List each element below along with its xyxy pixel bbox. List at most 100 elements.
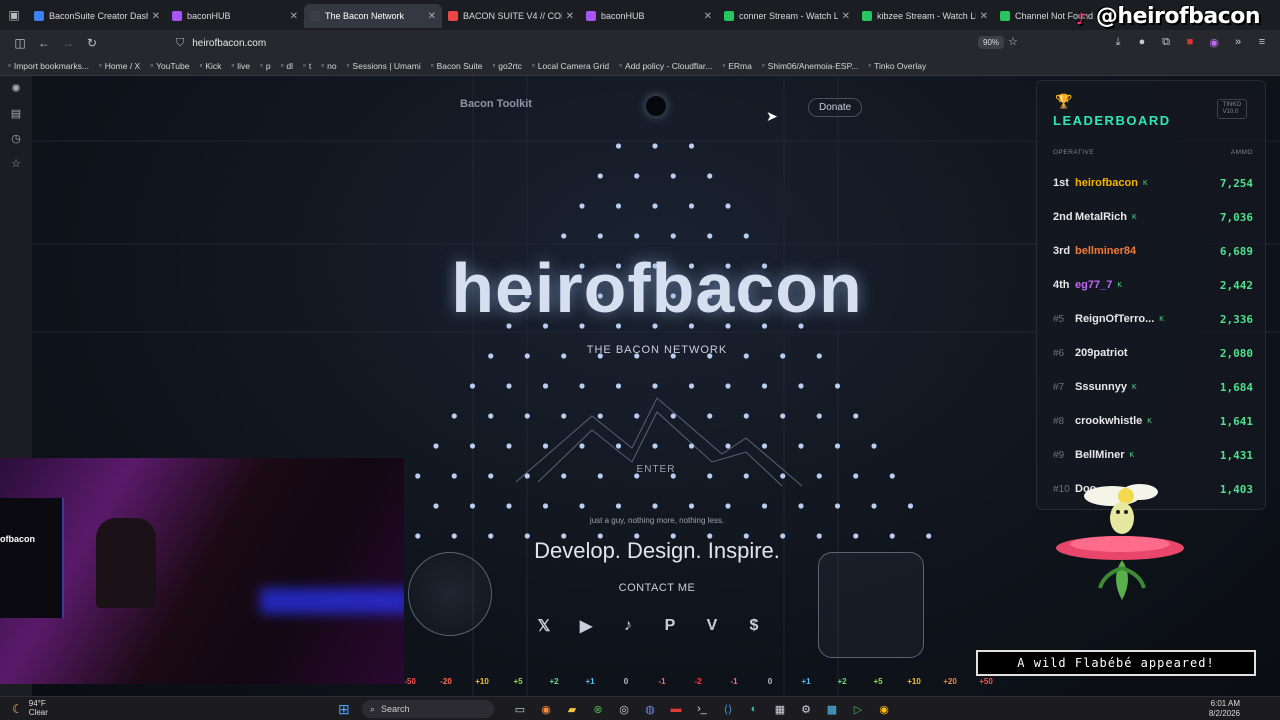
plinko-peg xyxy=(834,443,841,449)
terminal-icon[interactable]: ›_ xyxy=(694,701,710,717)
more-chevron-icon[interactable]: » xyxy=(1230,34,1246,50)
bookmark-label: Add policy - Cloudflar... xyxy=(624,60,713,71)
system-clock[interactable]: 6:01 AM 8/2/2026 xyxy=(1209,699,1240,719)
reading-list-icon[interactable]: ▤ xyxy=(11,107,21,120)
reload-icon[interactable]: ↻ xyxy=(80,31,104,55)
profile-icon[interactable]: ◉ xyxy=(1206,34,1222,50)
x-icon[interactable]: 𝕏 xyxy=(534,616,554,636)
bookmark-item[interactable]: ▫ YouTube xyxy=(150,61,189,71)
plinko-peg xyxy=(743,413,749,419)
steam-icon[interactable]: ◎ xyxy=(616,701,632,717)
tiktok-icon[interactable]: ♪ xyxy=(618,616,638,636)
bookmark-item[interactable]: ▫ Add policy - Cloudflar... xyxy=(619,61,712,71)
plinko-peg xyxy=(871,443,877,449)
tab-list-icon[interactable]: ▣ xyxy=(0,0,28,30)
play-icon[interactable]: ▷ xyxy=(850,701,866,717)
bookmark-star-icon[interactable]: ☆ xyxy=(1008,35,1018,48)
kick-badge-icon: K xyxy=(1142,179,1148,187)
download-icon[interactable]: ⤓ xyxy=(1110,34,1126,50)
plinko-peg xyxy=(615,143,622,149)
leaderboard-row: 1st heirofbacon K 7,254 xyxy=(1053,173,1253,193)
zoom-indicator[interactable]: 90% xyxy=(978,36,1005,49)
file-icon[interactable]: ▭ xyxy=(512,701,528,717)
browser-tab[interactable]: baconHUB ✕ xyxy=(166,4,304,28)
edge-icon[interactable]: ◐ xyxy=(746,701,762,717)
bookmark-item[interactable]: ▫ Shim06/Anemoia-ESP... xyxy=(762,61,858,71)
windows-start-icon[interactable]: ⊞ xyxy=(338,701,350,718)
site-info-icon[interactable]: ⛉ xyxy=(176,37,184,50)
bookmark-item[interactable]: ▫ Tinko Overlay xyxy=(868,61,926,71)
bookmark-item[interactable]: ▫ t xyxy=(303,61,311,71)
firefox-icon[interactable]: ◉ xyxy=(538,701,554,717)
bookmark-item[interactable]: ▫ Import bookmarks... xyxy=(8,61,89,71)
plinko-peg xyxy=(652,443,658,449)
tab-close-icon[interactable]: ✕ xyxy=(704,11,712,22)
plinko-peg xyxy=(634,173,640,179)
tab-close-icon[interactable]: ✕ xyxy=(980,11,988,22)
col-operative: OPERATIVE xyxy=(1053,149,1095,156)
browser-tab[interactable]: baconHUB ✕ xyxy=(580,4,718,28)
vscode-icon[interactable]: ⟨⟩ xyxy=(720,701,736,717)
openai-icon[interactable]: ✺ xyxy=(11,82,20,95)
plinko-peg xyxy=(688,383,695,389)
bookmark-item[interactable]: ▫ no xyxy=(321,61,336,71)
chrome-icon[interactable]: ◉ xyxy=(876,701,892,717)
forward-icon[interactable]: → xyxy=(56,31,80,55)
tab-close-icon[interactable]: ✕ xyxy=(290,11,298,22)
xbox-icon[interactable]: ⊗ xyxy=(590,701,606,717)
plinko-peg xyxy=(707,233,713,239)
bookmark-item[interactable]: ▫ Kick xyxy=(199,61,221,71)
leaderboard-row: #9 BellMiner K 1,431 xyxy=(1053,445,1253,465)
donate-button[interactable]: Donate xyxy=(808,98,863,117)
bookmark-item[interactable]: ▫ go2rtc xyxy=(492,61,521,71)
file-explorer-icon[interactable]: ▰ xyxy=(564,701,580,717)
photos-icon[interactable]: ▩ xyxy=(824,701,840,717)
tab-close-icon[interactable]: ✕ xyxy=(428,11,436,22)
bookmark-label: Sessions | Umami xyxy=(352,60,421,71)
streamer-silhouette xyxy=(96,518,156,608)
bookmark-item[interactable]: ▫ dl xyxy=(281,61,293,71)
settings-icon[interactable]: ⚙ xyxy=(798,701,814,717)
bookmark-item[interactable]: ▫ Sessions | Umami xyxy=(347,61,421,71)
app-red-icon[interactable]: ▬ xyxy=(668,701,684,717)
menu-icon[interactable]: ≡ xyxy=(1254,34,1270,50)
taskbar-search[interactable]: ⌕ Search xyxy=(362,700,494,718)
discord-icon[interactable]: ◍ xyxy=(642,701,658,717)
bookmark-item[interactable]: ▫ ERma xyxy=(722,61,751,71)
ublock-icon[interactable]: ■ xyxy=(1182,34,1198,50)
bookmark-item[interactable]: ▫ p xyxy=(260,61,271,71)
browser-tab[interactable]: The Bacon Network ✕ xyxy=(304,4,442,28)
info-icon[interactable]: ● xyxy=(1134,34,1150,50)
tab-close-icon[interactable]: ✕ xyxy=(566,11,574,22)
browser-tab[interactable]: conner Stream - Watch Live ✕ xyxy=(718,4,856,28)
sidebar-toggle-icon[interactable]: ◫ xyxy=(8,31,32,55)
tab-close-icon[interactable]: ✕ xyxy=(842,11,850,22)
url-field[interactable]: ⛉ heirofbacon.com xyxy=(176,33,1036,53)
plinko-slot: 0 xyxy=(767,677,773,686)
vimeo-icon[interactable]: V xyxy=(702,616,722,636)
plinko-peg xyxy=(652,143,658,149)
store-icon[interactable]: ▦ xyxy=(772,701,788,717)
patreon-icon[interactable]: P xyxy=(660,616,680,636)
favorites-icon[interactable]: ☆ xyxy=(11,157,21,170)
bookmark-item[interactable]: ▫ Local Camera Grid xyxy=(532,61,609,71)
back-icon[interactable]: ← xyxy=(32,31,56,55)
bookmark-label: Home / X xyxy=(104,60,141,71)
tab-close-icon[interactable]: ✕ xyxy=(152,11,160,22)
browser-tab[interactable]: BACON SUITE V4 // COMMA ✕ xyxy=(442,4,580,28)
webcam-monitor xyxy=(0,498,64,618)
bacon-toolkit-link[interactable]: Bacon Toolkit xyxy=(460,98,532,110)
plinko-peg xyxy=(615,443,622,449)
weather-widget[interactable]: ☾ 94°F Clear xyxy=(12,697,48,720)
enter-button[interactable]: ENTER xyxy=(596,464,716,475)
plinko-peg xyxy=(670,173,676,179)
extensions-icon[interactable]: ⧉ xyxy=(1158,34,1174,50)
browser-tab[interactable]: BaconSuite Creator Dashboard ✕ xyxy=(28,4,166,28)
history-icon[interactable]: ◷ xyxy=(11,132,21,145)
skype-icon[interactable]: $ xyxy=(744,616,764,636)
browser-tab[interactable]: kibzee Stream - Watch Live ✕ xyxy=(856,4,994,28)
bookmark-item[interactable]: ▫ Bacon Suite xyxy=(431,61,483,71)
youtube-icon[interactable]: ▶ xyxy=(576,616,596,636)
bookmark-item[interactable]: ▫ live xyxy=(231,61,250,71)
bookmark-item[interactable]: ▫ Home / X xyxy=(99,61,140,71)
